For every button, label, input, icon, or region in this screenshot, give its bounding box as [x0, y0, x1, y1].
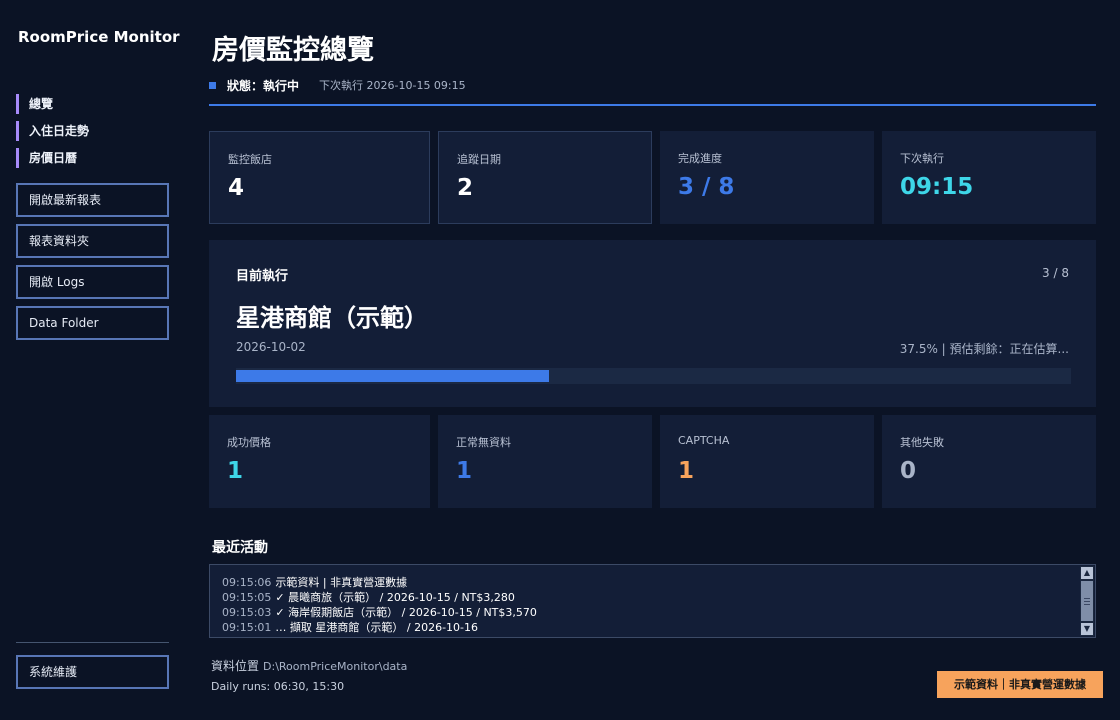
activity-log[interactable]: 09:15:06 示範資料 | 非真實營運數據 09:15:05 ✓ 晨曦商旅（示範…	[209, 564, 1096, 638]
data-location-label: 資料位置	[211, 659, 260, 673]
daily-runs: Daily runs: 06:30, 15:30	[211, 680, 345, 693]
log-line: 09:15:01… 擷取 星港商館（示範） / 2026-10-16	[222, 620, 1075, 635]
header-divider	[209, 104, 1096, 106]
log-time: 09:15:01	[222, 621, 272, 634]
card-label: 正常無資料	[456, 436, 511, 449]
sidebar-divider	[16, 642, 169, 643]
card-value: 4	[228, 175, 245, 201]
card-other-failures: 其他失敗 0	[882, 415, 1096, 508]
current-run-counter: 3 / 8	[1042, 266, 1069, 280]
status-text: 狀態：執行中	[227, 78, 300, 93]
card-value: 3 / 8	[678, 174, 735, 200]
progress-text: 37.5% | 預估剩餘：正在估算...	[899, 342, 1069, 356]
log-text: ✓ 晨曦商旅（示範） / 2026-10-15 / NT$3,280	[275, 591, 515, 604]
log-time: 09:15:05	[222, 591, 272, 604]
progress-bar-fill	[236, 370, 550, 382]
card-label: CAPTCHA	[678, 434, 730, 447]
scrollbar-thumb[interactable]	[1081, 581, 1093, 621]
sidebar-nav: 總覽 入住日走勢 房價日曆	[16, 94, 89, 175]
activity-scrollbar[interactable]: ▲ ▼	[1080, 566, 1094, 636]
open-latest-report-button[interactable]: 開啟最新報表	[16, 183, 169, 217]
card-label: 成功價格	[227, 436, 271, 449]
scroll-up-arrow-icon[interactable]: ▲	[1081, 567, 1093, 579]
activity-log-lines: 09:15:06 示範資料 | 非真實營運數據 09:15:05 ✓ 晨曦商旅（示範…	[222, 575, 1075, 635]
card-label: 下次執行	[900, 152, 944, 165]
log-text: … 擷取 星港商館（示範） / 2026-10-16	[275, 621, 479, 634]
log-line: 09:15:03 ✓ 海岸假期飯店（示範） / 2026-10-15 / NT$3…	[222, 605, 1075, 620]
data-folder-button[interactable]: Data Folder	[16, 306, 169, 340]
card-label: 其他失敗	[900, 436, 944, 449]
log-text: ✓ 海岸假期飯店（示範） / 2026-10-15 / NT$3,570	[275, 606, 537, 619]
card-success-prices: 成功價格 1	[209, 415, 430, 508]
card-label: 完成進度	[678, 152, 722, 165]
scroll-down-arrow-icon[interactable]: ▼	[1081, 623, 1093, 635]
app-title: RoomPrice Monitor	[18, 28, 180, 46]
card-completion-progress: 完成進度 3 / 8	[660, 131, 874, 224]
demo-data-badge: 示範資料｜非真實營運數據	[937, 671, 1103, 698]
progress-bar	[236, 368, 1071, 384]
card-monitored-hotels: 監控飯店 4	[209, 131, 430, 224]
current-run-label: 目前執行	[236, 269, 289, 284]
card-tracked-dates: 追蹤日期 2	[438, 131, 652, 224]
open-logs-button[interactable]: 開啟 Logs	[16, 265, 169, 299]
card-value: 0	[900, 458, 917, 484]
card-label: 監控飯店	[228, 153, 272, 166]
nav-item-checkin-trend[interactable]: 入住日走勢	[16, 121, 89, 141]
sidebar: RoomPrice Monitor 總覽 入住日走勢 房價日曆 開啟最新報表 報…	[0, 0, 185, 720]
card-value: 2	[457, 175, 474, 201]
card-normal-no-data: 正常無資料 1	[438, 415, 652, 508]
log-line: 09:15:06 示範資料 | 非真實營運數據	[222, 575, 1075, 590]
card-label: 追蹤日期	[457, 153, 501, 166]
page-title: 房價監控總覽	[212, 35, 374, 66]
card-next-run: 下次執行 09:15	[882, 131, 1096, 224]
current-hotel-name: 星港商館（示範）	[236, 304, 428, 332]
log-text: 示範資料 | 非真實營運數據	[275, 576, 408, 589]
recent-activity-title: 最近活動	[212, 540, 268, 556]
current-date: 2026-10-02	[236, 340, 306, 354]
card-captcha: CAPTCHA 1	[660, 415, 874, 508]
log-time: 09:15:06	[222, 576, 272, 589]
nav-item-price-calendar[interactable]: 房價日曆	[16, 148, 89, 168]
current-run-panel: 目前執行 3 / 8 星港商館（示範） 2026-10-02 37.5% | 預…	[209, 240, 1096, 407]
log-line: 09:15:05 ✓ 晨曦商旅（示範） / 2026-10-15 / NT$3,2…	[222, 590, 1075, 605]
next-run-text: 下次執行 2026-10-15 09:15	[319, 79, 466, 92]
log-time: 09:15:03	[222, 606, 272, 619]
grip-line	[1084, 598, 1090, 599]
card-value: 09:15	[900, 174, 974, 200]
report-folder-button[interactable]: 報表資料夾	[16, 224, 169, 258]
card-value: 1	[678, 458, 695, 484]
maintenance-button[interactable]: 系統維護	[16, 655, 169, 689]
data-location: 資料位置 D:\RoomPriceMonitor\data	[211, 657, 407, 674]
card-value: 1	[456, 458, 473, 484]
grip-line	[1084, 601, 1090, 602]
data-location-path: D:\RoomPriceMonitor\data	[263, 660, 408, 673]
status-row: 狀態：執行中 下次執行 2026-10-15 09:15	[209, 77, 466, 93]
nav-item-overview[interactable]: 總覽	[16, 94, 89, 114]
sidebar-actions: 開啟最新報表 報表資料夾 開啟 Logs Data Folder	[16, 183, 169, 347]
grip-line	[1084, 604, 1090, 605]
status-indicator-icon	[209, 81, 216, 89]
card-value: 1	[227, 458, 244, 484]
